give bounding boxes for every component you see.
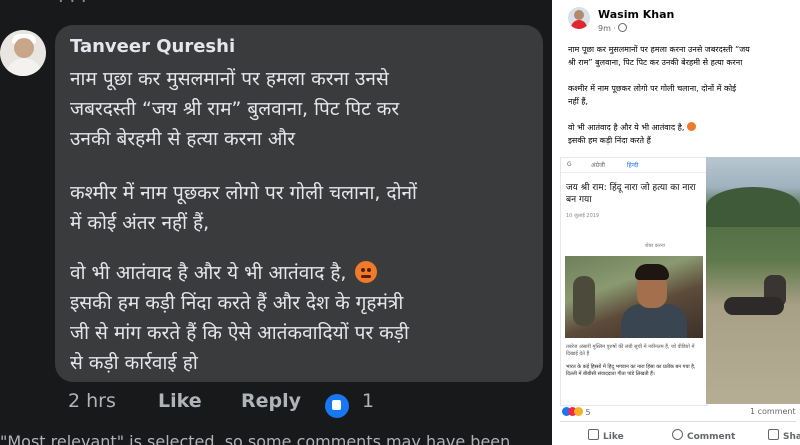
comment-time[interactable]: 2 hrs (68, 390, 116, 412)
post-time[interactable]: 9m · (598, 24, 616, 33)
relevance-notice: "Most relevant" is selected, so some com… (0, 432, 511, 445)
post-text-line: कश्मीर में नाम पूछकर लोगो पर गोली चलाना,… (568, 84, 737, 93)
post-photo-landscape[interactable] (706, 157, 800, 404)
comment-like-button[interactable]: Like (158, 390, 202, 412)
post-share-label: Share (783, 432, 800, 442)
comment-line: में कोई अंतर नहीं हैं, (70, 212, 210, 234)
comment-line: कश्मीर में नाम पूछकर लोगो पर गोली चलाना,… (70, 182, 417, 204)
news-tab-hindi: हिन्दी (627, 162, 639, 169)
post-comment-button[interactable]: Comment (672, 429, 735, 442)
post-text-line: नाम पूछा कर मुसलमानों पर हमला करना उनसे … (568, 45, 750, 54)
post-divider (560, 421, 796, 422)
haha-reaction-icon (574, 407, 583, 416)
post-comments-count[interactable]: 1 comment (750, 407, 796, 416)
comment-line: इसकी हम कड़ी निंदा करते हैं और देश के गृ… (70, 292, 404, 314)
news-caption: तबरेज अंसारी मुस्लिम पुरुषों की लंबी सूच… (566, 344, 695, 357)
angry-emoji-icon (354, 261, 377, 283)
angry-emoji-icon (686, 122, 696, 131)
post-meta: 9m · (598, 23, 627, 33)
comment-line: नाम पूछा कर मुसलमानों पर हमला करना उनसे (70, 68, 389, 90)
post-like-button[interactable]: Like (588, 429, 624, 442)
post-text-line: इसकी हम कड़ी निंदा करते हैं (568, 136, 651, 145)
comment-line: उनकी बेरहमी से हत्या करना और (70, 128, 296, 150)
news-photo (565, 256, 703, 338)
share-icon (768, 429, 779, 440)
post-text-line: नहीं हैं, (568, 97, 589, 106)
post-author-avatar[interactable] (568, 7, 590, 29)
post-share-button[interactable]: Share (768, 429, 800, 442)
news-body: भारत के कई हिस्सों में हिंदू भगवान का ना… (566, 364, 696, 377)
post-author-name[interactable]: Wasim Khan (598, 8, 674, 21)
news-tab-english: अंग्रेजी (591, 162, 605, 169)
previous-comment-actions: · · · (58, 0, 87, 12)
post-like-label: Like (603, 432, 624, 442)
comment-reply-button[interactable]: Reply (241, 390, 301, 412)
post-text: वो भी आतंवाद है और ये भी आतंवाद है, (568, 123, 685, 132)
post-reactions[interactable]: 5 (562, 407, 591, 417)
comment-panel: · · · Tanveer Qureshi नाम पूछा कर मुसलमा… (0, 0, 552, 445)
post-comment-label: Comment (687, 432, 736, 442)
commenter-avatar[interactable] (0, 30, 46, 76)
comment-line: जबरदस्ती “जय श्री राम” बुलवाना, पिट पिट … (70, 98, 400, 120)
news-date: 10 जुलाई 2019 (566, 213, 600, 219)
comment-icon (672, 429, 683, 440)
thumbs-up-icon (588, 429, 599, 440)
facebook-post: Wasim Khan 9m · नाम पूछा कर मुसलमानों पर… (554, 0, 800, 445)
news-screenshot[interactable]: G अंग्रेजी हिन्दी जय श्री राम: हिंदू नार… (560, 157, 708, 406)
comment-line-text: वो भी आतंवाद है और ये भी आतंवाद है, (70, 262, 347, 284)
news-language-bar: G अंग्रेजी हिन्दी (561, 158, 707, 173)
news-share: शेयर करना (645, 243, 665, 249)
post-text-line: श्री राम” बुलवाना, पिट पिट कर उनकी बेरहम… (568, 58, 743, 67)
post-text-line: वो भी आतंवाद है और ये भी आतंवाद है, (568, 122, 696, 133)
comment-line: से कड़ी कार्रवाई हो (70, 352, 198, 374)
reaction-count: 5 (585, 408, 591, 417)
comment-line: वो भी आतंवाद है और ये भी आतंवाद है, (70, 258, 377, 288)
comment-line: जी से मांग करते हैं कि ऐसे आतंकवादियों प… (70, 322, 409, 344)
globe-icon (617, 23, 627, 32)
comment-like-count[interactable]: 1 (362, 390, 374, 412)
news-headline: जय श्री राम: हिंदू नारा जो हत्या का नारा… (566, 183, 696, 205)
translate-icon: G (567, 161, 572, 168)
like-reaction-icon[interactable] (325, 394, 349, 418)
comment-author[interactable]: Tanveer Qureshi (70, 36, 235, 57)
